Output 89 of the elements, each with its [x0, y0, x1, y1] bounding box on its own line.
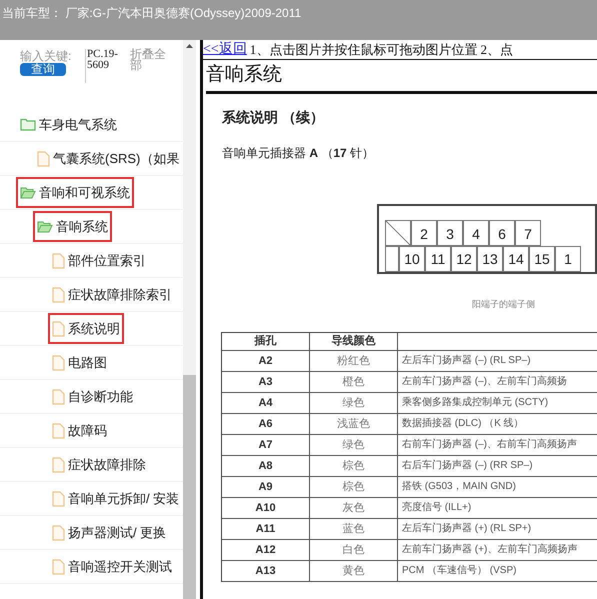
table-cell: 绿色	[310, 434, 398, 456]
open-folder-icon	[20, 186, 36, 199]
table-cell: 黄色	[310, 560, 398, 582]
pin-number: 13	[477, 246, 503, 272]
blank-connector-cell	[385, 246, 399, 272]
table-cell: A12	[222, 540, 310, 560]
tree-item[interactable]: 音响遥控开关测试	[50, 552, 174, 580]
tree-item[interactable]: 车身电气系统	[18, 110, 119, 138]
table-cell: 棕色	[310, 476, 398, 498]
table-cell: 灰色	[310, 498, 398, 518]
document-icon	[52, 558, 65, 574]
table-cell: A6	[222, 414, 310, 434]
pin-number: 15	[529, 246, 555, 272]
tree-item[interactable]: 气囊系统(SRS)（如果	[35, 144, 182, 172]
table-cell: 右后车门扬声器 (–) (RR SP–)	[398, 456, 597, 476]
table-cell: A11	[222, 518, 310, 540]
pin-number: 2	[411, 220, 437, 246]
table-cell: 左前车门扬声器 (–)、左前车门高频扬	[398, 372, 597, 392]
document-icon	[37, 150, 50, 166]
pin-number: 10	[399, 246, 425, 272]
tree-item[interactable]: 扬声器测试/ 更换	[50, 518, 168, 546]
document-icon	[52, 422, 65, 438]
search-button[interactable]: 查询	[20, 63, 66, 76]
pin-number: 12	[451, 246, 477, 272]
pin-number: 1	[555, 246, 581, 272]
table-cell: 橙色	[310, 372, 398, 392]
section-heading: 系统说明 （续）	[222, 108, 325, 127]
keyword-field[interactable]: PC.19-5609	[87, 49, 127, 71]
document-icon	[52, 354, 65, 370]
tree-item[interactable]: 电路图	[50, 348, 109, 376]
table-cell: A7	[222, 434, 310, 456]
tree-item[interactable]: 自诊断功能	[50, 382, 135, 410]
tree-item[interactable]: 音响单元拆卸/ 安装	[50, 484, 182, 512]
document-title: 音响系统	[206, 63, 282, 88]
table-cell: 白色	[310, 540, 398, 560]
connector-heading: 音响单元插接器 A （17 针）	[222, 145, 376, 162]
document-icon	[52, 388, 65, 404]
table-cell: 浅蓝色	[310, 414, 398, 434]
vehicle-model-title: 当前车型： 厂家:G-广汽本田奥德赛(Odyssey)2009-2011	[2, 6, 302, 20]
table-cell: A2	[222, 350, 310, 372]
column-header: 插孔	[222, 332, 310, 350]
table-cell: A10	[222, 498, 310, 518]
table-cell: 搭铁 (G503，MAIN GND)	[398, 476, 597, 498]
table-cell: 数据插接器 (DLC) （K 线）	[398, 414, 597, 434]
instructions-text: 1、点击图片并按住鼠标可拖动图片位置 2、点	[250, 40, 514, 59]
table-cell: 左后车门扬声器 (–) (RL SP–)	[398, 350, 597, 372]
table-cell: 蓝色	[310, 518, 398, 540]
tree-item[interactable]: 故障码	[50, 416, 109, 444]
tree-item[interactable]: 音响和可视系统	[18, 178, 132, 206]
scrollbar-track[interactable]	[183, 40, 196, 599]
table-cell: A13	[222, 560, 310, 582]
crossed-connector-cell	[385, 220, 411, 246]
table-cell: 乘客侧多路集成控制单元 (SCTY)	[398, 392, 597, 414]
table-cell: PCM （车速信号） (VSP)	[398, 560, 597, 582]
table-cell: 右前车门扬声器 (–)、右前车门高频扬声	[398, 434, 597, 456]
tree-item[interactable]: 系统说明	[50, 314, 122, 342]
folder-icon	[20, 118, 36, 131]
table-cell: 粉红色	[310, 350, 398, 372]
document-icon	[52, 490, 65, 506]
table-cell: 左后车门扬声器 (+) (RL SP+)	[398, 518, 597, 540]
open-folder-icon	[37, 220, 53, 233]
pin-number: 14	[503, 246, 529, 272]
table-cell: A3	[222, 372, 310, 392]
diagram-caption: 阳端子的端子侧	[472, 298, 536, 311]
pin-number: 11	[425, 246, 451, 272]
column-header: 导线颜色	[310, 332, 398, 350]
table-cell: A9	[222, 476, 310, 498]
pin-number: 6	[489, 220, 515, 246]
table-cell: 棕色	[310, 456, 398, 476]
back-link[interactable]: <<返回	[203, 40, 247, 60]
document-icon	[52, 286, 65, 302]
table-cell: 绿色	[310, 392, 398, 414]
document-icon	[52, 524, 65, 540]
tree-item[interactable]: 部件位置索引	[50, 246, 148, 274]
pin-number: 3	[437, 220, 463, 246]
tree-item[interactable]: 音响系统	[35, 212, 110, 240]
tree-item[interactable]: 症状故障排除	[50, 450, 148, 478]
document-icon	[52, 456, 65, 472]
table-cell: A8	[222, 456, 310, 476]
scrollbar-thumb[interactable]	[183, 375, 196, 599]
tree-item[interactable]: 症状故障排除索引	[50, 280, 174, 308]
pin-number: 4	[463, 220, 489, 246]
keyword-label: 输入关键:	[20, 49, 72, 63]
table-cell: A4	[222, 392, 310, 414]
table-cell: 左前车门扬声器 (+)、左前车门高频扬声	[398, 540, 597, 560]
document-icon	[52, 252, 65, 268]
table-cell: 亮度信号 (ILL+)	[398, 498, 597, 518]
document-icon	[52, 320, 65, 336]
pin-number: 7	[515, 220, 541, 246]
